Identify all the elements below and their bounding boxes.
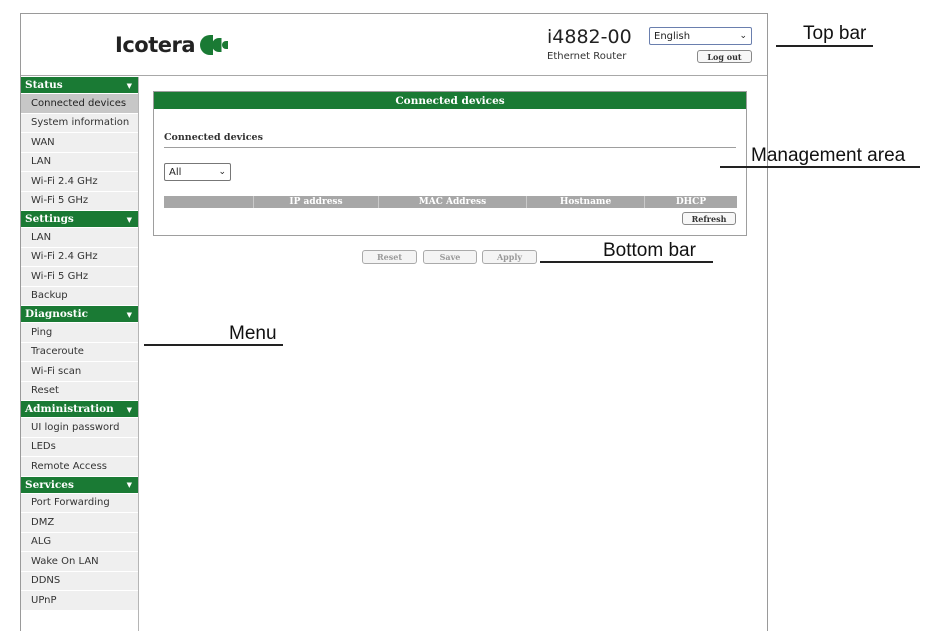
section-label: Connected devices bbox=[164, 132, 263, 143]
chevron-down-icon: ⌄ bbox=[739, 31, 747, 41]
menu-item-status-wifi-24[interactable]: Wi-Fi 2.4 GHz bbox=[21, 172, 138, 192]
annotation-bottom-bar: Bottom bar bbox=[603, 240, 696, 261]
menu-item-settings-wifi-5[interactable]: Wi-Fi 5 GHz bbox=[21, 267, 138, 287]
reset-button[interactable]: Reset bbox=[362, 250, 417, 264]
menu-item-upnp[interactable]: UPnP bbox=[21, 591, 138, 611]
annotation-menu: Menu bbox=[229, 323, 277, 344]
annotation-line-top-bar bbox=[776, 45, 873, 47]
column-header-ip-address[interactable]: IP address bbox=[254, 196, 379, 208]
menu-item-ddns[interactable]: DDNS bbox=[21, 571, 138, 591]
router-window: Icotera i4882-00 Ethernet Router English… bbox=[20, 13, 768, 631]
device-type: Ethernet Router bbox=[547, 51, 627, 62]
menu-item-wake-on-lan[interactable]: Wake On LAN bbox=[21, 552, 138, 572]
brand-name: Icotera bbox=[115, 33, 196, 57]
menu-item-backup[interactable]: Backup bbox=[21, 286, 138, 306]
menu-section-settings[interactable]: Settings ▼ bbox=[21, 211, 138, 228]
top-bar: Icotera i4882-00 Ethernet Router English… bbox=[21, 14, 767, 76]
menu-section-label: Diagnostic bbox=[25, 308, 89, 320]
chevron-down-icon: ⌄ bbox=[218, 167, 226, 177]
connected-devices-panel: Connected devices Connected devices All … bbox=[153, 91, 747, 236]
column-header-blank bbox=[164, 196, 254, 208]
annotation-line-menu bbox=[144, 344, 283, 346]
annotation-line-bottom-bar bbox=[540, 261, 713, 263]
column-header-dhcp[interactable]: DHCP bbox=[645, 196, 737, 208]
section-divider bbox=[164, 147, 736, 148]
menu-item-port-forwarding[interactable]: Port Forwarding bbox=[21, 493, 138, 513]
menu-section-label: Services bbox=[25, 478, 74, 491]
save-button[interactable]: Save bbox=[423, 250, 477, 264]
brand-logo: Icotera bbox=[115, 33, 233, 57]
menu-item-status-lan[interactable]: LAN bbox=[21, 152, 138, 172]
menu-item-dmz[interactable]: DMZ bbox=[21, 513, 138, 533]
triangle-down-icon: ▼ bbox=[126, 214, 132, 224]
menu-section-services[interactable]: Services ▼ bbox=[21, 476, 138, 494]
menu-section-diagnostic[interactable]: Diagnostic ▼ bbox=[21, 306, 138, 323]
menu-item-status-wan[interactable]: WAN bbox=[21, 133, 138, 153]
filter-selected-value: All bbox=[169, 166, 182, 178]
annotation-top-bar: Top bar bbox=[803, 23, 867, 44]
menu-item-wifi-scan[interactable]: Wi-Fi scan bbox=[21, 362, 138, 382]
devices-table-header: IP address MAC Address Hostname DHCP bbox=[164, 196, 737, 208]
triangle-down-icon: ▼ bbox=[126, 404, 132, 414]
sidebar-menu: Status ▼ Connected devices System inform… bbox=[21, 77, 139, 631]
menu-section-status[interactable]: Status ▼ bbox=[21, 77, 138, 94]
refresh-button[interactable]: Refresh bbox=[682, 212, 736, 225]
language-select[interactable]: English ⌄ bbox=[649, 27, 752, 45]
device-model: i4882-00 bbox=[547, 26, 632, 48]
column-header-mac-address[interactable]: MAC Address bbox=[379, 196, 527, 208]
menu-item-reset[interactable]: Reset bbox=[21, 381, 138, 401]
menu-item-settings-lan[interactable]: LAN bbox=[21, 228, 138, 248]
menu-item-leds[interactable]: LEDs bbox=[21, 437, 138, 457]
menu-section-label: Settings bbox=[25, 213, 74, 225]
menu-item-traceroute[interactable]: Traceroute bbox=[21, 342, 138, 362]
logout-button[interactable]: Log out bbox=[697, 50, 752, 63]
menu-item-remote-access[interactable]: Remote Access bbox=[21, 457, 138, 477]
apply-button[interactable]: Apply bbox=[482, 250, 537, 264]
panel-title: Connected devices bbox=[154, 92, 746, 109]
menu-item-alg[interactable]: ALG bbox=[21, 532, 138, 552]
menu-section-label: Status bbox=[25, 79, 63, 91]
column-header-hostname[interactable]: Hostname bbox=[527, 196, 645, 208]
annotation-line-management-area bbox=[720, 166, 920, 168]
menu-item-connected-devices[interactable]: Connected devices bbox=[21, 94, 138, 114]
annotation-management-area: Management area bbox=[751, 145, 906, 166]
triangle-down-icon: ▼ bbox=[126, 480, 132, 489]
menu-section-label: Administration bbox=[25, 403, 114, 415]
triangle-down-icon: ▼ bbox=[126, 309, 132, 319]
triangle-down-icon: ▼ bbox=[126, 80, 132, 90]
menu-section-administration[interactable]: Administration ▼ bbox=[21, 401, 138, 418]
menu-item-ui-login-password[interactable]: UI login password bbox=[21, 418, 138, 438]
icotera-logo-icon bbox=[200, 35, 228, 55]
menu-item-ping[interactable]: Ping bbox=[21, 323, 138, 343]
language-selected-value: English bbox=[654, 30, 691, 42]
menu-item-status-wifi-5[interactable]: Wi-Fi 5 GHz bbox=[21, 191, 138, 211]
device-filter-select[interactable]: All ⌄ bbox=[164, 163, 231, 181]
menu-item-settings-wifi-24[interactable]: Wi-Fi 2.4 GHz bbox=[21, 247, 138, 267]
menu-item-system-information[interactable]: System information bbox=[21, 113, 138, 133]
